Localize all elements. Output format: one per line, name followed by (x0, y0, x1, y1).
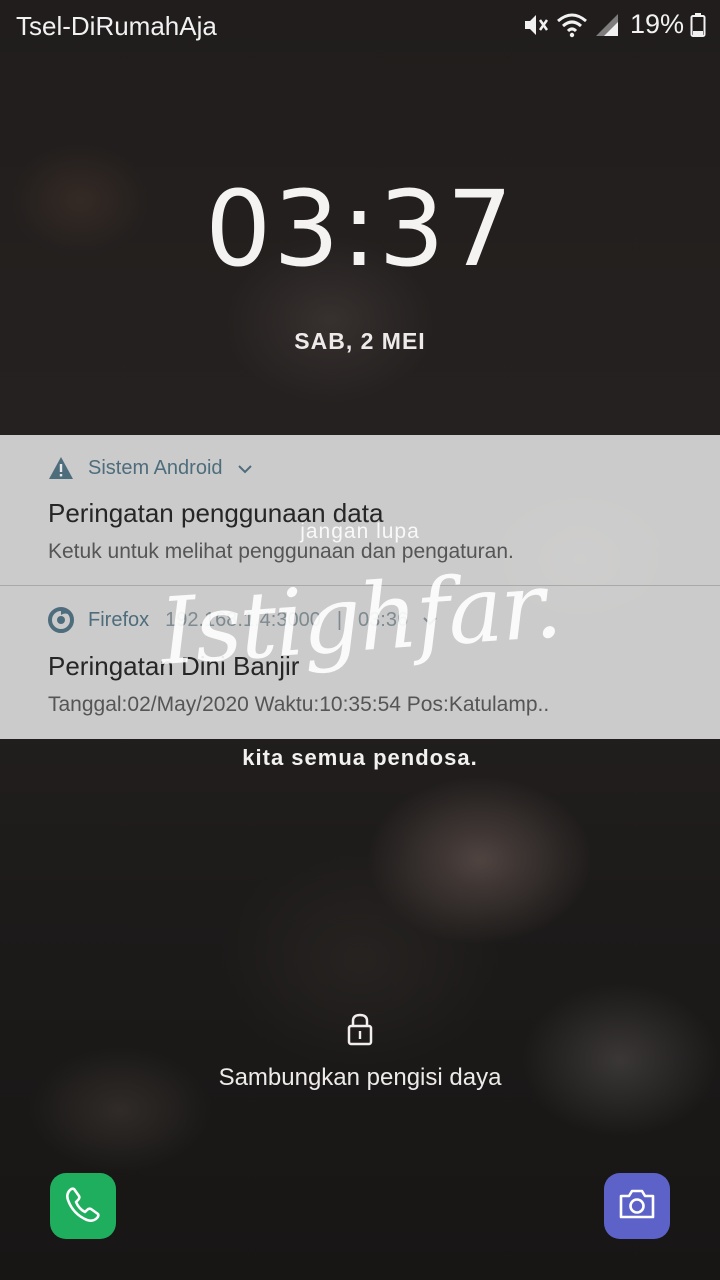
battery-percent: 19% (629, 9, 684, 39)
status-bar: Tsel-DiRumahAja 19% (0, 0, 720, 52)
lock-clock: 03:37 (205, 168, 515, 290)
charge-hint: Sambungkan pengisi daya (218, 1064, 502, 1091)
notification-header: Sistem Android (48, 455, 253, 481)
lock-icon (344, 1012, 376, 1046)
notification-text: Tanggal:02/May/2020 Waktu:10:35:54 Pos:K… (48, 693, 550, 716)
phone-shortcut[interactable] (50, 1173, 116, 1239)
warning-icon (48, 455, 74, 481)
mute-icon (522, 12, 550, 38)
camera-icon (617, 1186, 657, 1227)
lock-date: SAB, 2 MEI (294, 328, 426, 354)
signal-icon (594, 12, 620, 38)
wifi-icon (556, 12, 588, 38)
wallpaper-text-top: jangan lupa (300, 520, 420, 543)
phone-icon (63, 1184, 103, 1229)
camera-shortcut[interactable] (604, 1173, 670, 1239)
status-icons: 19% (522, 9, 706, 40)
wallpaper-text-bottom: kita semua pendosa. (242, 745, 478, 770)
chevron-down-icon[interactable] (237, 457, 253, 480)
carrier-name: Tsel-DiRumahAja (16, 11, 217, 41)
battery-icon (690, 12, 706, 38)
notification-app-name: Sistem Android (88, 456, 223, 479)
